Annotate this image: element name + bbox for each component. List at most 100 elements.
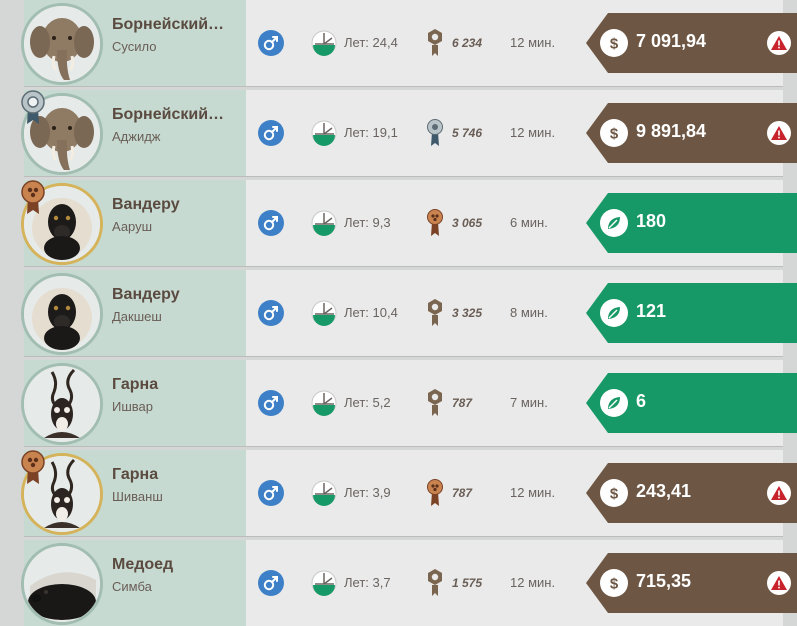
male-icon xyxy=(258,30,284,56)
price-value: 180 xyxy=(636,211,667,231)
price-tag[interactable]: 180 xyxy=(586,193,797,253)
monkey-icon xyxy=(24,276,100,352)
male-icon xyxy=(258,390,284,416)
time-remaining: 12 мин. xyxy=(510,485,556,500)
time-remaining: 12 мин. xyxy=(510,35,556,50)
male-icon xyxy=(258,570,284,596)
svg-text:$: $ xyxy=(610,126,619,143)
animal-nickname: Сусило xyxy=(112,39,157,54)
animal-score: 787 xyxy=(452,396,473,410)
dollar-icon: $ xyxy=(600,569,628,597)
time-remaining: 8 мин. xyxy=(510,305,548,320)
life-stage-icon xyxy=(310,29,338,57)
animal-row[interactable]: Вандеру Ааруш Лет: 9,3 3 065 6 мин. 180 xyxy=(21,180,797,266)
price-tag[interactable]: 121 xyxy=(586,283,797,343)
price-value: 9 891,84 xyxy=(636,121,707,141)
animal-nickname: Ишвар xyxy=(112,399,153,414)
silver-medal-icon xyxy=(426,118,444,148)
bronze-medal-icon xyxy=(426,478,444,508)
price-value: 243,41 xyxy=(636,481,692,501)
life-stage-icon xyxy=(310,569,338,597)
animal-species-name: Вандеру xyxy=(112,196,180,213)
animal-row[interactable]: Вандеру Дакшеш Лет: 10,4 3 325 8 мин. 12… xyxy=(21,270,797,356)
price-tag[interactable]: $ 7 091,94 xyxy=(586,13,797,73)
animal-row[interactable]: Борнейский… Сусило Лет: 24,4 6 234 12 ми… xyxy=(21,0,797,86)
male-icon xyxy=(258,480,284,506)
dollar-icon: $ xyxy=(600,119,628,147)
animal-score: 6 234 xyxy=(452,36,483,50)
life-stage-icon xyxy=(310,119,338,147)
warning-icon[interactable] xyxy=(767,121,791,145)
price-tag[interactable]: 6 xyxy=(586,373,797,433)
antelope-icon xyxy=(24,366,100,442)
warning-icon[interactable] xyxy=(767,31,791,55)
animal-score: 3 065 xyxy=(452,216,483,230)
bronze-medal-icon xyxy=(20,450,46,486)
animal-row[interactable]: Гарна Ишвар Лет: 5,2 787 7 мин. 6 xyxy=(21,360,797,446)
animal-nickname: Шиванш xyxy=(112,489,163,504)
animal-portrait xyxy=(21,273,103,355)
animal-nickname: Ааруш xyxy=(112,219,153,234)
animal-species-name: Медоед xyxy=(112,556,174,573)
price-value: 121 xyxy=(636,301,667,321)
life-stage-icon xyxy=(310,479,338,507)
male-icon xyxy=(258,210,284,236)
animal-species-name: Гарна xyxy=(112,466,159,483)
hex-badge-icon xyxy=(426,388,444,418)
animal-score: 787 xyxy=(452,486,473,500)
animal-age: Лет: 19,1 xyxy=(344,125,398,140)
animal-age: Лет: 3,7 xyxy=(344,575,391,590)
animal-species-name: Гарна xyxy=(112,376,159,393)
time-remaining: 12 мин. xyxy=(510,575,556,590)
honey-badger-icon xyxy=(24,546,100,622)
price-value: 715,35 xyxy=(636,571,692,591)
price-tag[interactable]: $ 715,35 xyxy=(586,553,797,613)
elephant-icon xyxy=(24,6,100,82)
price-value: 7 091,94 xyxy=(636,31,707,51)
dollar-icon: $ xyxy=(600,479,628,507)
animal-species-name: Борнейский… xyxy=(112,16,225,33)
animal-score: 1 575 xyxy=(452,576,483,590)
animal-portrait xyxy=(21,3,103,85)
bronze-medal-icon xyxy=(20,180,46,216)
leaf-icon xyxy=(600,299,628,327)
hex-badge-icon xyxy=(426,298,444,328)
warning-icon[interactable] xyxy=(767,571,791,595)
animal-portrait xyxy=(21,543,103,625)
warning-icon[interactable] xyxy=(767,481,791,505)
price-tag[interactable]: $ 9 891,84 xyxy=(586,103,797,163)
time-remaining: 12 мин. xyxy=(510,125,556,140)
leaf-icon xyxy=(600,209,628,237)
male-icon xyxy=(258,300,284,326)
animal-species-name: Вандеру xyxy=(112,286,180,303)
svg-text:$: $ xyxy=(610,576,619,593)
animal-age: Лет: 10,4 xyxy=(344,305,398,320)
price-tag[interactable]: $ 243,41 xyxy=(586,463,797,523)
animal-nickname: Симба xyxy=(112,579,152,594)
animal-nickname: Аджидж xyxy=(112,129,161,144)
animal-nickname: Дакшеш xyxy=(112,309,162,324)
life-stage-icon xyxy=(310,209,338,237)
time-remaining: 7 мин. xyxy=(510,395,548,410)
animal-row[interactable]: Гарна Шиванш Лет: 3,9 787 12 мин. $ 243,… xyxy=(21,450,797,536)
leaf-icon xyxy=(600,389,628,417)
time-remaining: 6 мин. xyxy=(510,215,548,230)
hex-badge-icon xyxy=(426,28,444,58)
animal-species-name: Борнейский… xyxy=(112,106,225,123)
animal-row[interactable]: Медоед Симба Лет: 3,7 1 575 12 мин. $ 71… xyxy=(21,540,797,626)
bronze-medal-icon xyxy=(426,208,444,238)
dollar-icon: $ xyxy=(600,29,628,57)
silver-medal-icon xyxy=(20,90,46,126)
svg-text:$: $ xyxy=(610,486,619,503)
hex-badge-icon xyxy=(426,568,444,598)
animal-portrait xyxy=(21,363,103,445)
animal-row[interactable]: Борнейский… Аджидж Лет: 19,1 5 746 12 ми… xyxy=(21,90,797,176)
animal-age: Лет: 5,2 xyxy=(344,395,391,410)
animal-score: 3 325 xyxy=(452,306,483,320)
price-value: 6 xyxy=(636,391,647,411)
animal-list: Борнейский… Сусило Лет: 24,4 6 234 12 ми… xyxy=(0,0,797,626)
life-stage-icon xyxy=(310,299,338,327)
male-icon xyxy=(258,120,284,146)
svg-text:$: $ xyxy=(610,36,619,53)
animal-score: 5 746 xyxy=(452,126,483,140)
